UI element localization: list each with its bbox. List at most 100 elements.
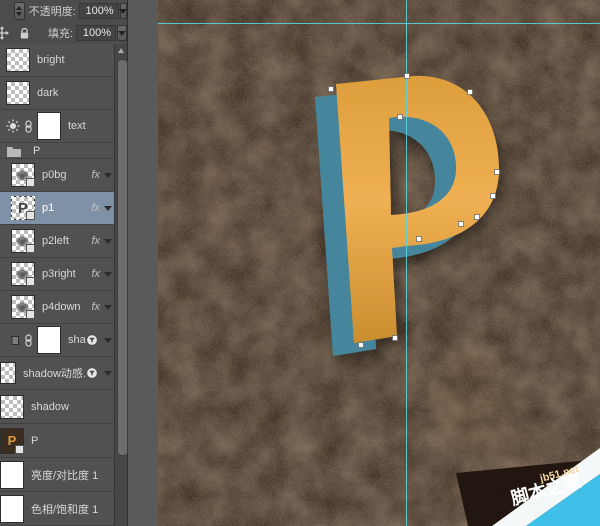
layer-name: 亮度/对比度 1 bbox=[31, 467, 98, 483]
layer-expand-caret[interactable] bbox=[104, 305, 112, 310]
fill-label: 填充: bbox=[48, 25, 73, 41]
layer-name: p4down bbox=[42, 301, 81, 313]
lock-all-icon[interactable] bbox=[19, 27, 30, 40]
smart-icon bbox=[86, 367, 98, 379]
layer-thumbnail[interactable] bbox=[6, 48, 30, 72]
fill-dropdown-button[interactable] bbox=[117, 25, 127, 41]
smart-object-badge bbox=[26, 211, 35, 220]
anchor-handle[interactable] bbox=[393, 336, 398, 341]
layer-row[interactable]: PP bbox=[0, 424, 114, 458]
layer-thumbnail[interactable] bbox=[11, 295, 35, 319]
anchor-handle[interactable] bbox=[468, 90, 473, 95]
layers-panel-controls: 不透明度: 100% 填充: 100% bbox=[0, 0, 127, 45]
anchor-handle[interactable] bbox=[417, 237, 422, 242]
layer-row[interactable]: text bbox=[0, 110, 114, 143]
layer-name: shadow动感... bbox=[23, 365, 86, 381]
dock-column: ▶▶ ✕ bbox=[128, 0, 158, 526]
layer-effects-fx[interactable]: fx bbox=[91, 169, 100, 181]
opacity-dropdown-button[interactable] bbox=[120, 3, 127, 19]
layer-group-row[interactable]: P bbox=[0, 143, 114, 159]
layer-row[interactable]: bright bbox=[0, 44, 114, 77]
smart-object-badge bbox=[26, 310, 35, 319]
layer-expand-caret[interactable] bbox=[104, 272, 112, 277]
layer-thumbnail[interactable] bbox=[37, 326, 61, 354]
anchor-handle[interactable] bbox=[459, 222, 464, 227]
layer-expand-caret[interactable] bbox=[104, 371, 112, 376]
smart-icon bbox=[86, 334, 98, 346]
layer-thumbnail[interactable] bbox=[11, 262, 35, 286]
layer-row[interactable]: p0bg fx bbox=[0, 159, 114, 192]
layers-scrollbar[interactable] bbox=[114, 44, 127, 526]
document-canvas[interactable]: jb51.net 脚本之家 bbox=[158, 0, 600, 526]
layer-thumbnail[interactable] bbox=[11, 229, 35, 253]
layer-name: shadow bbox=[31, 401, 69, 413]
canvas-svg: jb51.net 脚本之家 bbox=[158, 0, 600, 526]
layer-row[interactable]: 色相/饱和度 1 bbox=[0, 492, 114, 526]
layer-name: 色相/饱和度 1 bbox=[31, 501, 98, 517]
anchor-handle[interactable] bbox=[359, 343, 364, 348]
smart-object-badge bbox=[26, 178, 35, 187]
layer-row[interactable]: shadow动感... bbox=[0, 357, 114, 390]
scrollbar-thumb[interactable] bbox=[117, 59, 128, 456]
anchor-handle[interactable] bbox=[475, 215, 480, 220]
layer-thumbnail[interactable] bbox=[0, 461, 24, 489]
layer-name: P bbox=[31, 435, 38, 447]
layer-name: bright bbox=[37, 54, 65, 66]
layer-thumbnail[interactable] bbox=[0, 362, 16, 384]
photoshop-window: { "panel": { "opacity_label": "不透明度:", "… bbox=[0, 0, 600, 526]
layer-name: p3right bbox=[42, 268, 76, 280]
layer-thumbnail[interactable]: P bbox=[0, 428, 24, 454]
layer-name: shado... bbox=[68, 334, 86, 346]
layer-row[interactable]: shado... bbox=[0, 324, 114, 357]
layer-name: dark bbox=[37, 87, 58, 99]
opacity-row: 不透明度: 100% bbox=[0, 0, 127, 22]
layer-thumbnail[interactable] bbox=[37, 112, 61, 140]
scrollbar-up-button[interactable] bbox=[117, 46, 126, 56]
anchor-handle[interactable] bbox=[495, 170, 500, 175]
layer-effects-fx[interactable]: fx bbox=[91, 301, 100, 313]
folder-icon bbox=[6, 145, 22, 157]
layer-thumbnail[interactable] bbox=[11, 163, 35, 187]
chain-icon bbox=[24, 120, 33, 133]
layer-expand-caret[interactable] bbox=[104, 338, 112, 343]
layer-thumbnail[interactable]: P bbox=[11, 196, 35, 220]
layer-name: P bbox=[33, 145, 40, 157]
anchor-handle[interactable] bbox=[491, 194, 496, 199]
anchor-handle[interactable] bbox=[329, 87, 334, 92]
layers-panel: 不透明度: 100% 填充: 100% bright dark text Pp0bg f… bbox=[0, 0, 128, 526]
smart-object-badge bbox=[26, 244, 35, 253]
layer-expand-caret[interactable] bbox=[104, 206, 112, 211]
layer-effects-fx[interactable]: fx bbox=[91, 202, 100, 214]
layer-row[interactable]: 亮度/对比度 1 bbox=[0, 458, 114, 492]
clip-icon bbox=[11, 335, 20, 346]
layer-thumbnail[interactable] bbox=[6, 81, 30, 105]
layer-thumbnail[interactable] bbox=[0, 395, 24, 419]
layer-row[interactable]: Pp1fx bbox=[0, 192, 114, 225]
layer-row[interactable]: p2left fx bbox=[0, 225, 114, 258]
fill-value[interactable]: 100% bbox=[76, 25, 116, 41]
layer-row[interactable]: p3right fx bbox=[0, 258, 114, 291]
anchor-handle[interactable] bbox=[405, 74, 410, 79]
opacity-label: 不透明度: bbox=[29, 3, 76, 19]
fill-row: 填充: 100% bbox=[0, 22, 127, 44]
chain-icon bbox=[24, 334, 33, 347]
lock-position-icon[interactable] bbox=[0, 26, 9, 40]
layer-name: text bbox=[68, 120, 86, 132]
layer-row[interactable]: shadow bbox=[0, 390, 114, 424]
layer-effects-fx[interactable]: fx bbox=[91, 268, 100, 280]
smart-object-badge bbox=[26, 277, 35, 286]
layer-row[interactable]: p4down fx bbox=[0, 291, 114, 324]
layer-effects-fx[interactable]: fx bbox=[91, 235, 100, 247]
opacity-value[interactable]: 100% bbox=[79, 3, 119, 19]
layer-name: p2left bbox=[42, 235, 69, 247]
layer-row[interactable]: dark bbox=[0, 77, 114, 110]
layers-list: brightdarktextPp0bgfxPp1fxp2leftfxp3righ… bbox=[0, 44, 114, 526]
anchor-handle[interactable] bbox=[398, 115, 403, 120]
layer-thumbnail[interactable] bbox=[0, 495, 24, 523]
layer-expand-caret[interactable] bbox=[104, 173, 112, 178]
layer-expand-caret[interactable] bbox=[104, 239, 112, 244]
blend-mode-spinner[interactable] bbox=[14, 2, 25, 20]
adjust-icon bbox=[6, 119, 20, 133]
smart-object-badge bbox=[15, 445, 24, 454]
layer-name: p0bg bbox=[42, 169, 66, 181]
